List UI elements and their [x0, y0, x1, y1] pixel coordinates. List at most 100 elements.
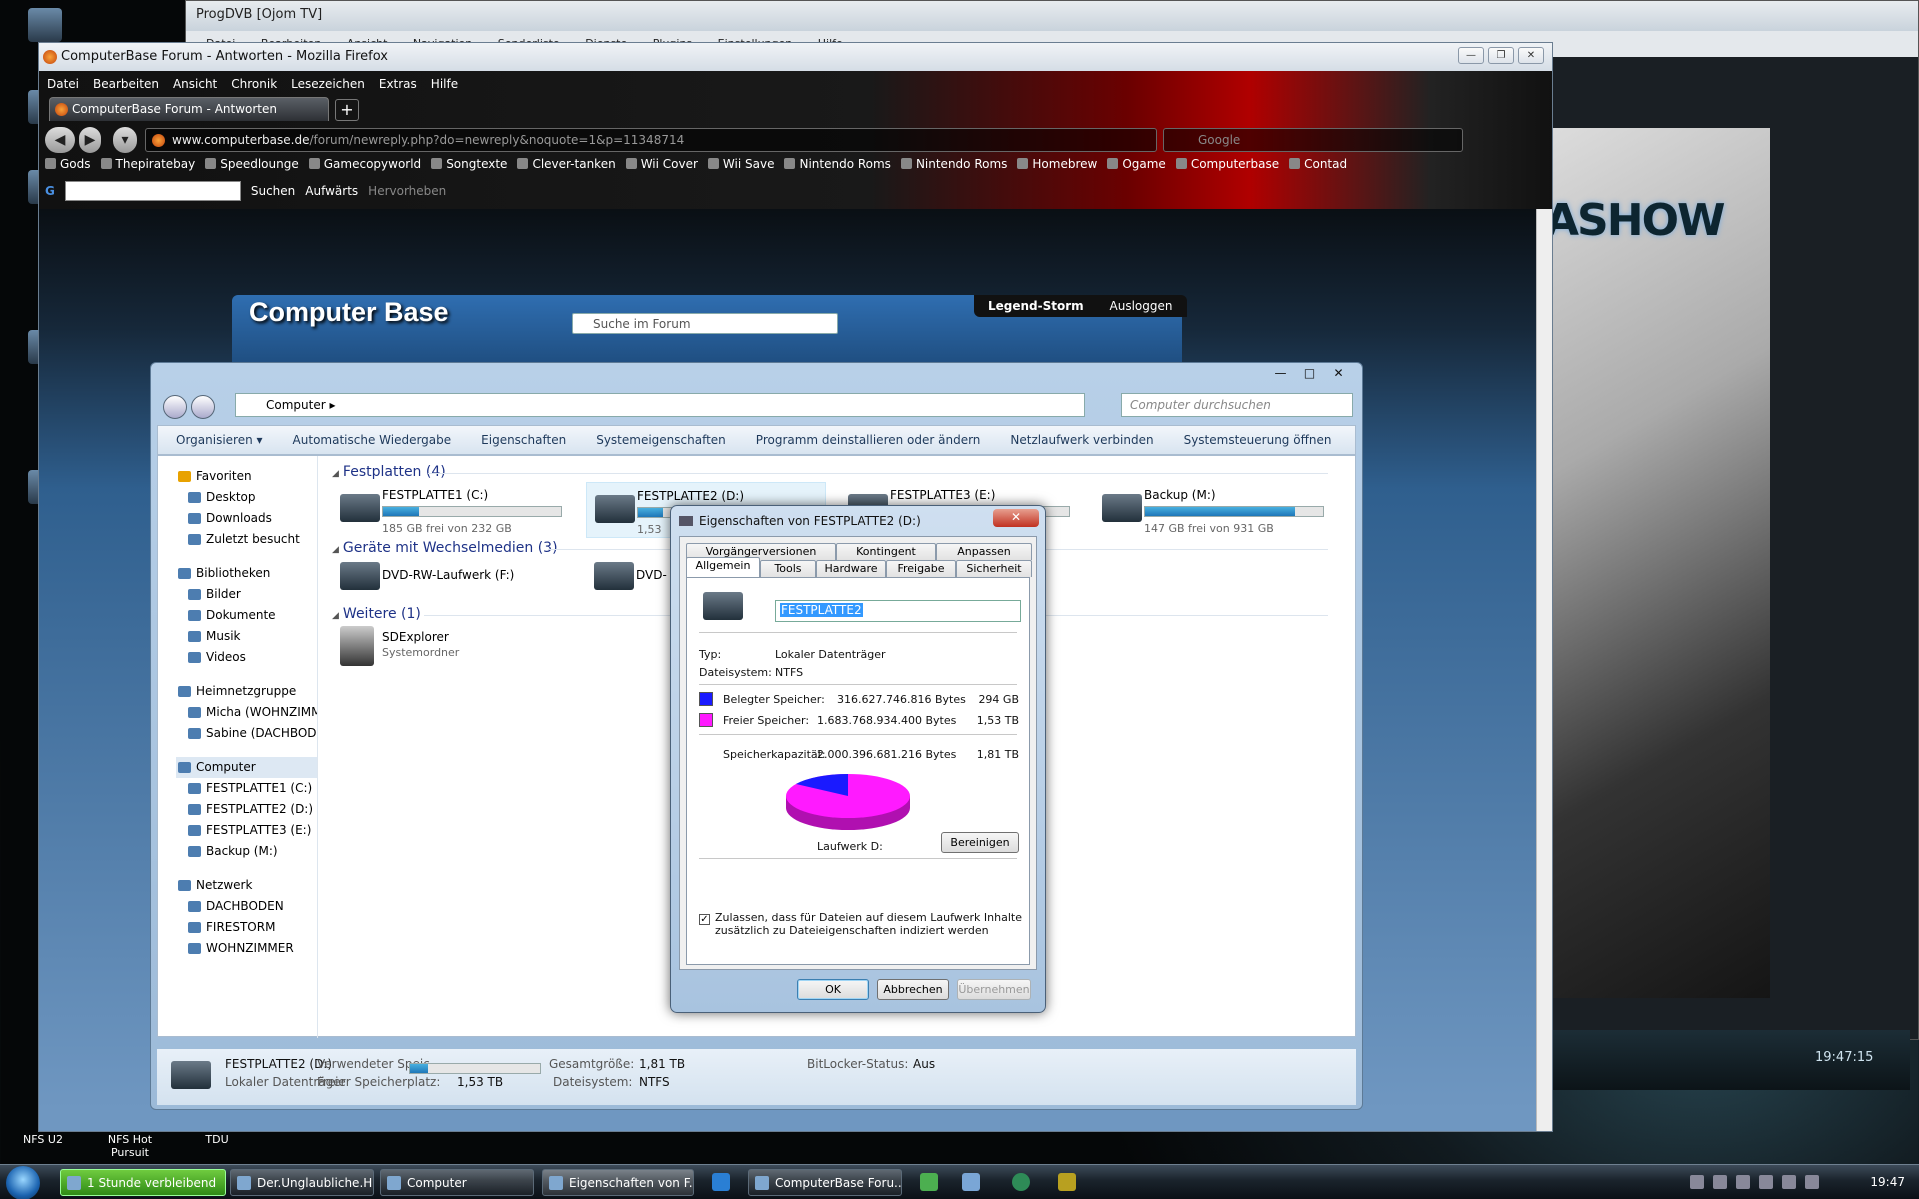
nav-item[interactable]: Downloads	[176, 508, 317, 529]
desktop-icon-label[interactable]: NFS Hot Pursuit	[95, 1133, 165, 1159]
system-properties-button[interactable]: Systemeigenschaften	[596, 433, 726, 454]
nav-libraries[interactable]: Bibliotheken	[176, 563, 317, 584]
tray-icon[interactable]	[1759, 1175, 1773, 1189]
drive-name-input[interactable]: FESTPLATTE2	[775, 600, 1021, 622]
bookmark-item[interactable]: Contad	[1289, 157, 1347, 171]
google-icon[interactable]: G	[45, 184, 55, 198]
nav-item[interactable]: Backup (M:)	[176, 841, 317, 862]
nav-item[interactable]: FIRESTORM	[176, 917, 317, 938]
logout-link[interactable]: Ausloggen	[1110, 299, 1173, 313]
tab-customize[interactable]: Anpassen	[936, 543, 1032, 560]
ie-icon[interactable]	[712, 1173, 730, 1191]
properties-dialog[interactable]: Eigenschaften von FESTPLATTE2 (D:) ✕ Vor…	[670, 505, 1046, 1013]
nav-item[interactable]: Musik	[176, 626, 317, 647]
drive-item[interactable]: Backup (M:) 147 GB frei von 931 GB	[1094, 482, 1334, 538]
firefox-menubar[interactable]: Datei Bearbeiten Ansicht Chronik Lesezei…	[47, 77, 458, 91]
taskbar-item[interactable]: ComputerBase Foru...	[748, 1169, 902, 1196]
taskbar-item[interactable]: Eigenschaften von F...	[542, 1169, 694, 1196]
close-button[interactable]: ✕	[1518, 47, 1544, 64]
bookmark-item[interactable]: Computerbase	[1176, 157, 1279, 171]
close-button[interactable]: ✕	[1325, 365, 1352, 383]
volume-icon[interactable]	[1805, 1175, 1819, 1189]
removable-item[interactable]: DVD-	[586, 556, 667, 596]
bookmark-item[interactable]: Ogame	[1107, 157, 1166, 171]
minimize-button[interactable]: —	[1458, 47, 1484, 64]
google-toolbar-input[interactable]	[64, 181, 241, 201]
app-icon[interactable]	[1058, 1173, 1076, 1191]
tab-security[interactable]: Sicherheit	[956, 560, 1032, 577]
system-tray[interactable]	[1690, 1175, 1819, 1189]
menu-item[interactable]: Datei	[47, 77, 79, 91]
nav-item[interactable]: Dokumente	[176, 605, 317, 626]
bookmark-item[interactable]: Homebrew	[1017, 157, 1097, 171]
nav-favorites[interactable]: Favoriten	[176, 466, 317, 487]
apply-button[interactable]: Übernehmen	[957, 979, 1031, 1000]
desktop-icon-label[interactable]: TDU	[182, 1133, 252, 1146]
group-header-hdd[interactable]: Festplatten (4)	[332, 464, 446, 480]
nav-computer[interactable]: Computer	[176, 757, 317, 778]
video-area[interactable]	[1540, 128, 1770, 998]
organize-button[interactable]: Organisieren ▾	[176, 433, 263, 454]
forward-button[interactable]	[191, 395, 215, 419]
desktop-icon-label[interactable]: NFS U2	[8, 1133, 78, 1146]
bookmark-item[interactable]: Gods	[45, 157, 91, 171]
clock[interactable]: 19:47	[1870, 1175, 1905, 1189]
bookmark-item[interactable]: Wii Save	[708, 157, 775, 171]
maximize-button[interactable]: ❐	[1488, 47, 1514, 64]
menu-item[interactable]: Extras	[379, 77, 417, 91]
nav-item[interactable]: Bilder	[176, 584, 317, 605]
bookmark-item[interactable]: Gamecopyworld	[309, 157, 421, 171]
menu-item[interactable]: Bearbeiten	[93, 77, 159, 91]
control-panel-button[interactable]: Systemsteuerung öffnen	[1184, 433, 1332, 454]
cleanup-button[interactable]: Bereinigen	[941, 832, 1019, 853]
desktop-icon[interactable]	[10, 8, 80, 44]
google-up-button[interactable]: Aufwärts	[305, 184, 358, 198]
nav-item[interactable]: WOHNZIMMER	[176, 938, 317, 959]
nav-item[interactable]: FESTPLATTE2 (D:)	[176, 799, 317, 820]
taskbar-item[interactable]: 1 Stunde verbleibend	[60, 1169, 226, 1196]
history-dropdown-icon[interactable]: ▾	[113, 127, 137, 153]
tray-icon[interactable]	[1736, 1175, 1750, 1189]
nav-item[interactable]: Micha (WOHNZIMMER)	[176, 702, 317, 723]
autoplay-button[interactable]: Automatische Wiedergabe	[293, 433, 452, 454]
back-button[interactable]	[163, 395, 187, 419]
back-button[interactable]: ◀	[45, 127, 75, 153]
tab-hardware[interactable]: Hardware	[816, 560, 886, 577]
group-header-removable[interactable]: Geräte mit Wechselmedien (3)	[332, 540, 558, 556]
uninstall-button[interactable]: Programm deinstallieren oder ändern	[756, 433, 981, 454]
tab-tools[interactable]: Tools	[760, 560, 816, 577]
cancel-button[interactable]: Abbrechen	[877, 979, 949, 1000]
firefox-titlebar[interactable]: ComputerBase Forum - Antworten - Mozilla…	[39, 43, 1552, 71]
google-search-button[interactable]: Suchen	[251, 184, 295, 198]
new-tab-button[interactable]: +	[335, 99, 359, 121]
nav-network[interactable]: Netzwerk	[176, 875, 317, 896]
nav-item[interactable]: Sabine (DACHBODEN)	[176, 723, 317, 744]
group-header-other[interactable]: Weitere (1)	[332, 606, 421, 622]
menu-item[interactable]: Hilfe	[431, 77, 458, 91]
bookmark-item[interactable]: Clever-tanken	[517, 157, 615, 171]
breadcrumb[interactable]: Computer ▸	[235, 393, 1085, 417]
tab-sharing[interactable]: Freigabe	[886, 560, 956, 577]
bookmark-item[interactable]: Speedlounge	[205, 157, 299, 171]
computerbase-logo[interactable]: Computer Base	[249, 297, 449, 328]
forward-button[interactable]: ▶	[79, 127, 101, 153]
bookmark-item[interactable]: Wii Cover	[626, 157, 698, 171]
index-checkbox[interactable]: ✓	[699, 914, 710, 925]
bookmark-item[interactable]: Songtexte	[431, 157, 507, 171]
nav-item[interactable]: Zuletzt besucht	[176, 529, 317, 550]
search-bar[interactable]: Google	[1163, 128, 1463, 152]
username-link[interactable]: Legend-Storm	[988, 299, 1084, 313]
network-icon[interactable]	[1782, 1175, 1796, 1189]
menu-item[interactable]: Lesezeichen	[291, 77, 365, 91]
app-icon[interactable]	[1012, 1173, 1030, 1191]
nav-item[interactable]: FESTPLATTE3 (E:)	[176, 820, 317, 841]
nav-item[interactable]: Desktop	[176, 487, 317, 508]
drive-item[interactable]: FESTPLATTE1 (C:) 185 GB frei von 232 GB	[332, 482, 572, 538]
contacts-icon[interactable]	[962, 1173, 980, 1191]
menu-item[interactable]: Chronik	[231, 77, 277, 91]
bookmark-item[interactable]: Nintendo Roms	[901, 157, 1007, 171]
nav-item[interactable]: FESTPLATTE1 (C:)	[176, 778, 317, 799]
start-button[interactable]	[6, 1166, 40, 1199]
forum-search-input[interactable]: Suche im Forum	[572, 313, 838, 334]
taskbar-item[interactable]: Der.Unglaubliche.Hu...	[230, 1169, 374, 1196]
